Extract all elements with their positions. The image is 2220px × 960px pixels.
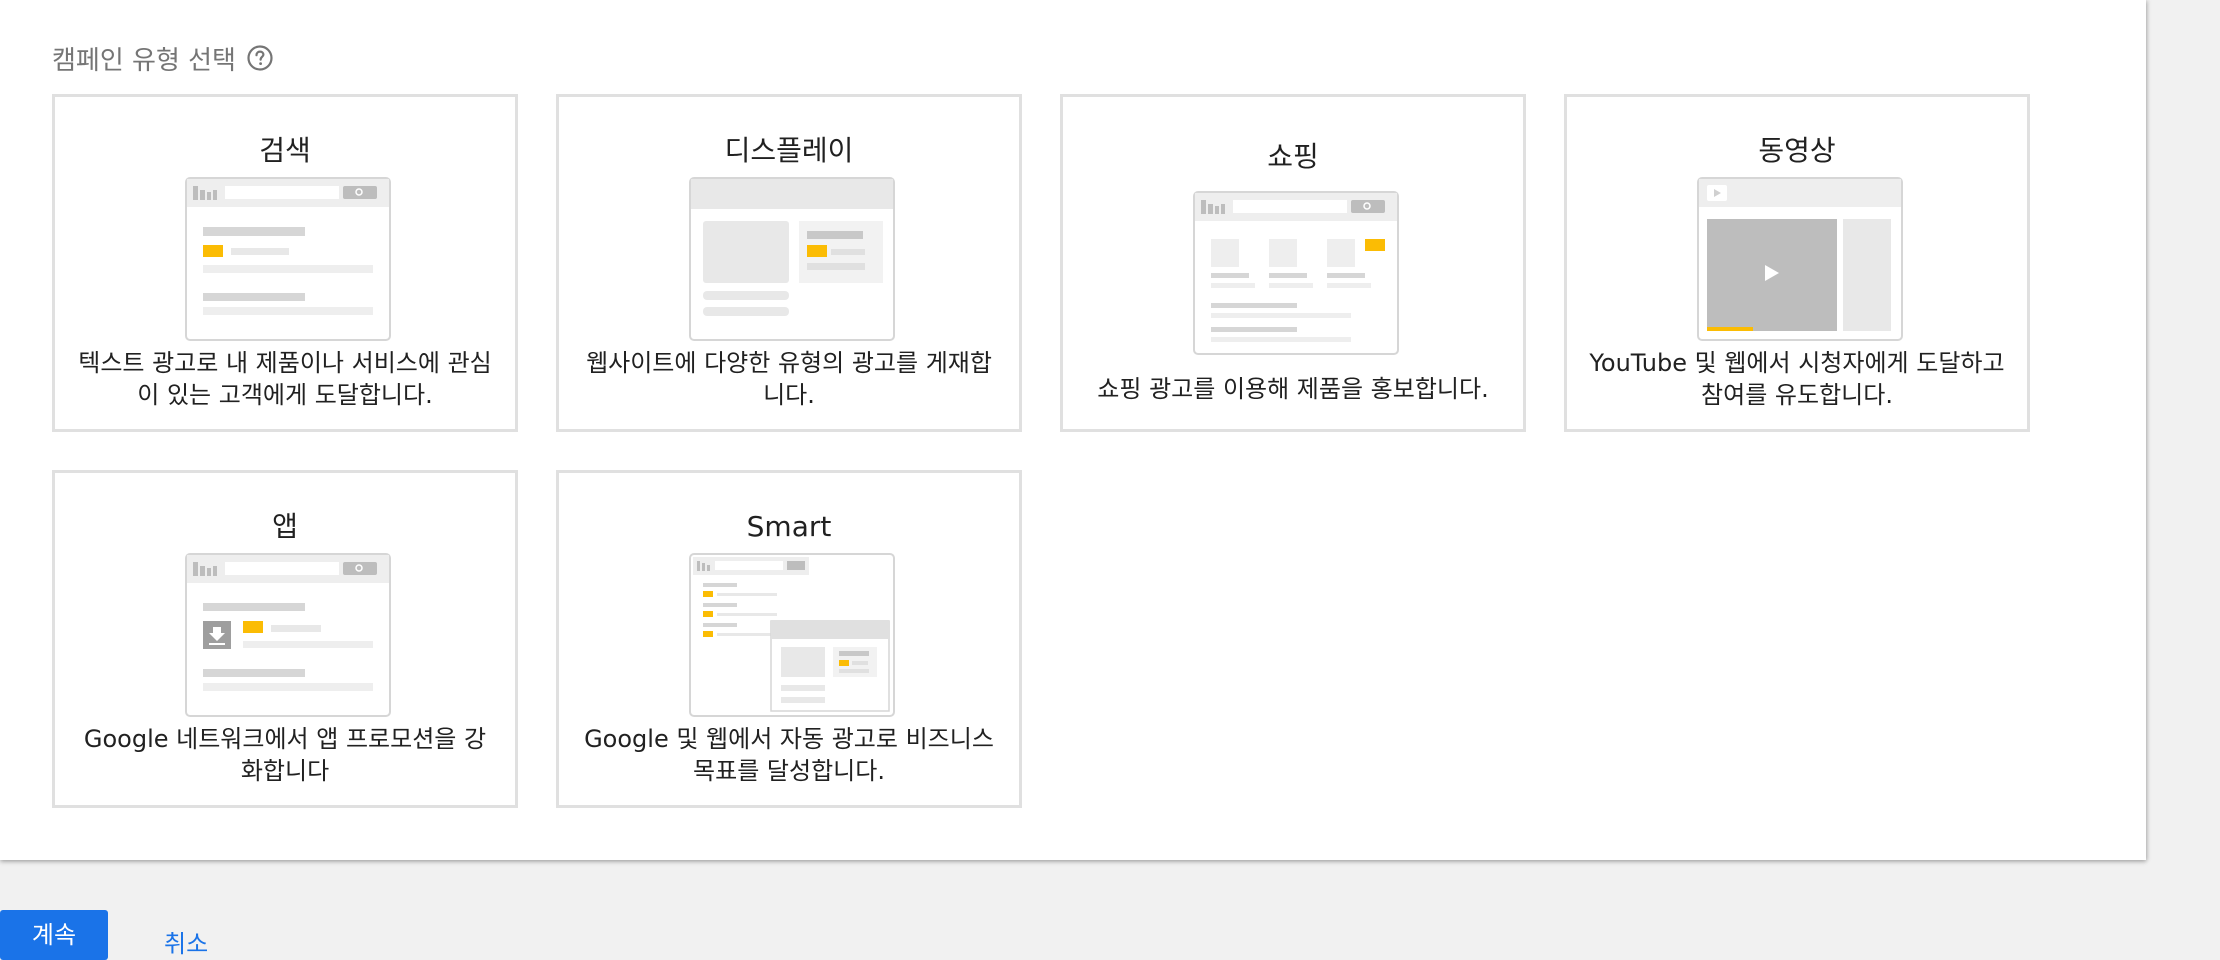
card-description: 쇼핑 광고를 이용해 제품을 홍보합니다. bbox=[1097, 375, 1489, 403]
app-illustration-icon bbox=[185, 553, 391, 717]
section-heading: 캠페인 유형 선택 bbox=[52, 40, 274, 76]
campaign-type-panel: 캠페인 유형 선택 검색 텍스트 광고로 내 제품이나 서비스에 관심이 있는 … bbox=[0, 0, 2146, 860]
campaign-card-video[interactable]: 동영상 YouTube 및 웹에서 시청자에게 도달하고 참여를 유도합니다. bbox=[1564, 94, 2030, 432]
card-title: 디스플레이 bbox=[724, 134, 854, 167]
continue-button[interactable]: 계속 bbox=[0, 910, 108, 960]
campaign-card-display[interactable]: 디스플레이 웹사이트에 다양한 유형의 광고를 게재합니다. bbox=[556, 94, 1022, 432]
smart-illustration-icon bbox=[689, 553, 895, 717]
campaign-card-smart[interactable]: Smart Google 및 웹에서 자동 광고로 비즈니스 목표를 달성합니다… bbox=[556, 470, 1022, 808]
page-title: 캠페인 유형 선택 bbox=[52, 45, 236, 76]
card-title: 동영상 bbox=[1758, 134, 1836, 167]
help-circle-icon[interactable] bbox=[246, 44, 274, 72]
video-illustration-icon bbox=[1697, 177, 1903, 341]
campaign-card-shopping[interactable]: 쇼핑 쇼핑 광고를 이용해 제품을 홍보합니다. bbox=[1060, 94, 1526, 432]
card-title: 앱 bbox=[272, 510, 298, 543]
card-description: 텍스트 광고로 내 제품이나 서비스에 관심이 있는 고객에게 도달합니다. bbox=[78, 349, 492, 409]
search-illustration-icon bbox=[185, 177, 391, 341]
card-title: 검색 bbox=[259, 134, 311, 167]
card-description: YouTube 및 웹에서 시청자에게 도달하고 참여를 유도합니다. bbox=[1589, 349, 2005, 409]
card-description: 웹사이트에 다양한 유형의 광고를 게재합니다. bbox=[586, 349, 992, 409]
card-description: Google 네트워크에서 앱 프로모션을 강화합니다 bbox=[83, 725, 487, 785]
campaign-card-search[interactable]: 검색 텍스트 광고로 내 제품이나 서비스에 관심이 있는 고객에게 도달합니다… bbox=[52, 94, 518, 432]
card-description: Google 및 웹에서 자동 광고로 비즈니스 목표를 달성합니다. bbox=[584, 725, 994, 785]
cancel-button[interactable]: 취소 bbox=[164, 924, 208, 959]
card-title: 쇼핑 bbox=[1267, 140, 1319, 173]
shopping-illustration-icon bbox=[1193, 191, 1399, 355]
card-title: Smart bbox=[746, 510, 832, 543]
display-illustration-icon bbox=[689, 177, 895, 341]
campaign-card-app[interactable]: 앱 Google 네트워크에서 앱 프로모션을 강화합니다 bbox=[52, 470, 518, 808]
